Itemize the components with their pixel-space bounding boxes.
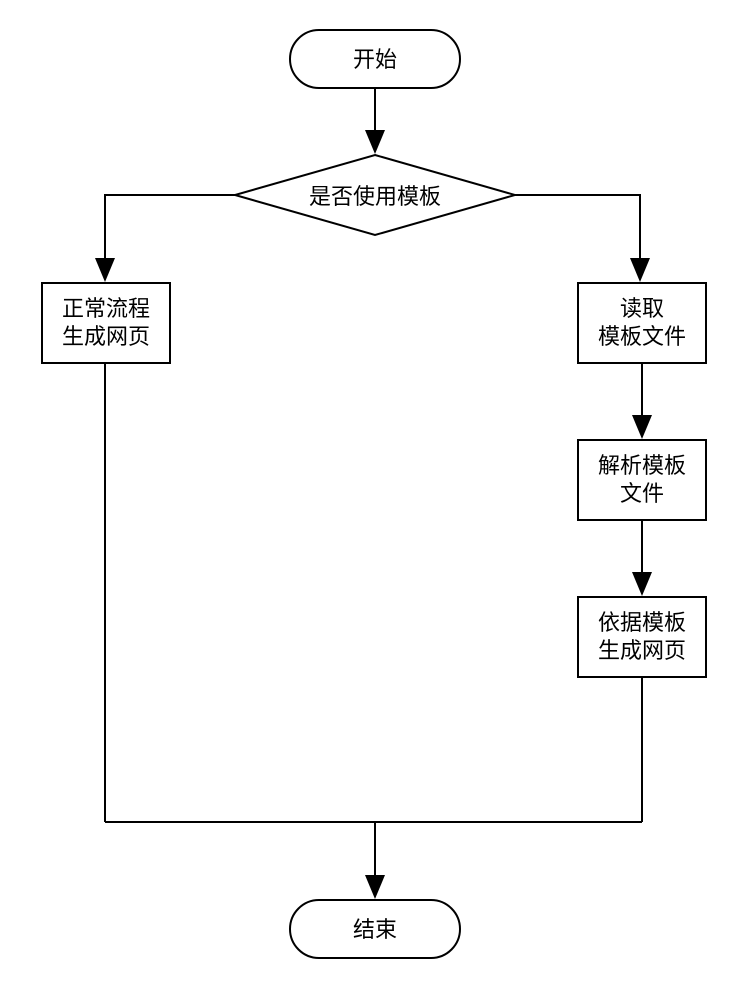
decision-label: 是否使用模板: [309, 184, 441, 209]
right-step1-line1: 读取: [620, 296, 664, 321]
right-step1-line2: 模板文件: [598, 324, 686, 349]
end-label: 结束: [353, 917, 397, 942]
left-process-node: [42, 283, 170, 363]
right-step2-node: [578, 440, 706, 520]
arrow-decision-left: [105, 195, 235, 278]
right-step3-line1: 依据模板: [598, 610, 686, 635]
left-process-line2: 生成网页: [62, 324, 150, 349]
left-process-line1: 正常流程: [62, 296, 150, 321]
right-step2-line2: 文件: [620, 481, 664, 506]
start-label: 开始: [353, 47, 397, 72]
right-step3-line2: 生成网页: [598, 638, 686, 663]
right-step2-line1: 解析模板: [598, 453, 686, 478]
arrow-decision-right: [515, 195, 640, 278]
right-step1-node: [578, 283, 706, 363]
right-step3-node: [578, 597, 706, 677]
